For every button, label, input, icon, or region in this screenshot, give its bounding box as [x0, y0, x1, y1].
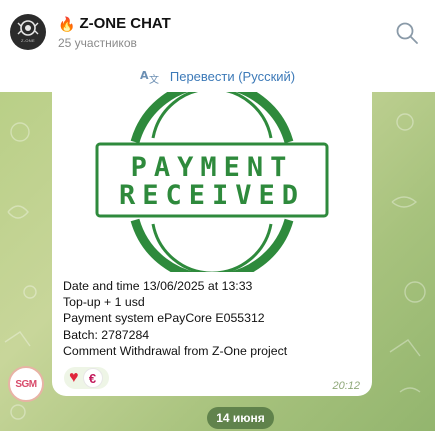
stamp-line-1: PAYMENT [131, 152, 294, 183]
message-line: Comment Withdrawal from Z-One project [63, 343, 288, 358]
svg-text:文: 文 [149, 73, 159, 85]
message-line: Payment system ePayCore E055312 [63, 311, 265, 326]
payment-received-image[interactable]: PAYMENT RECEIVED [95, 92, 329, 272]
group-logo-icon [17, 20, 39, 36]
message-line: Top-up + 1 usd [63, 295, 145, 310]
search-button[interactable] [394, 20, 420, 46]
fire-icon: 🔥 [58, 15, 76, 32]
message-bubble[interactable]: PAYMENT RECEIVED Date and time 13/06/202… [52, 92, 372, 396]
translate-bar[interactable]: A 文 Перевести (Русский) [0, 60, 435, 92]
chat-title: Z-ONE CHAT [79, 15, 171, 32]
svg-text:A: A [140, 69, 149, 82]
search-icon [396, 22, 418, 44]
chat-area: PAYMENT RECEIVED Date and time 13/06/202… [0, 92, 435, 431]
message-line: Batch: 2787284 [63, 327, 150, 342]
reactor-avatar: € [82, 368, 103, 388]
heart-icon: ♥ [69, 369, 79, 386]
reaction-chip[interactable]: ♥ € [64, 367, 109, 389]
chat-subtitle: 25 участников [58, 36, 137, 50]
translate-label: Перевести (Русский) [169, 68, 296, 84]
stamp-line-2: RECEIVED [119, 180, 305, 211]
sender-avatar[interactable]: SGM [8, 366, 44, 402]
message-time: 20:12 [332, 380, 360, 392]
group-avatar[interactable]: Z-ONE [10, 14, 46, 50]
group-avatar-caption: Z-ONE [21, 38, 35, 43]
date-separator: 14 июня [207, 407, 274, 429]
chat-header: Z-ONE 🔥 Z-ONE CHAT 25 участников [0, 0, 435, 60]
message-line: Date and time 13/06/2025 at 13:33 [63, 279, 253, 293]
message-text: Date and time 13/06/2025 at 13:33 Top-up… [63, 278, 363, 359]
translate-icon: A 文 [140, 69, 159, 85]
sender-avatar-label: SGM [15, 378, 37, 390]
title-row[interactable]: 🔥 Z-ONE CHAT [58, 15, 171, 32]
